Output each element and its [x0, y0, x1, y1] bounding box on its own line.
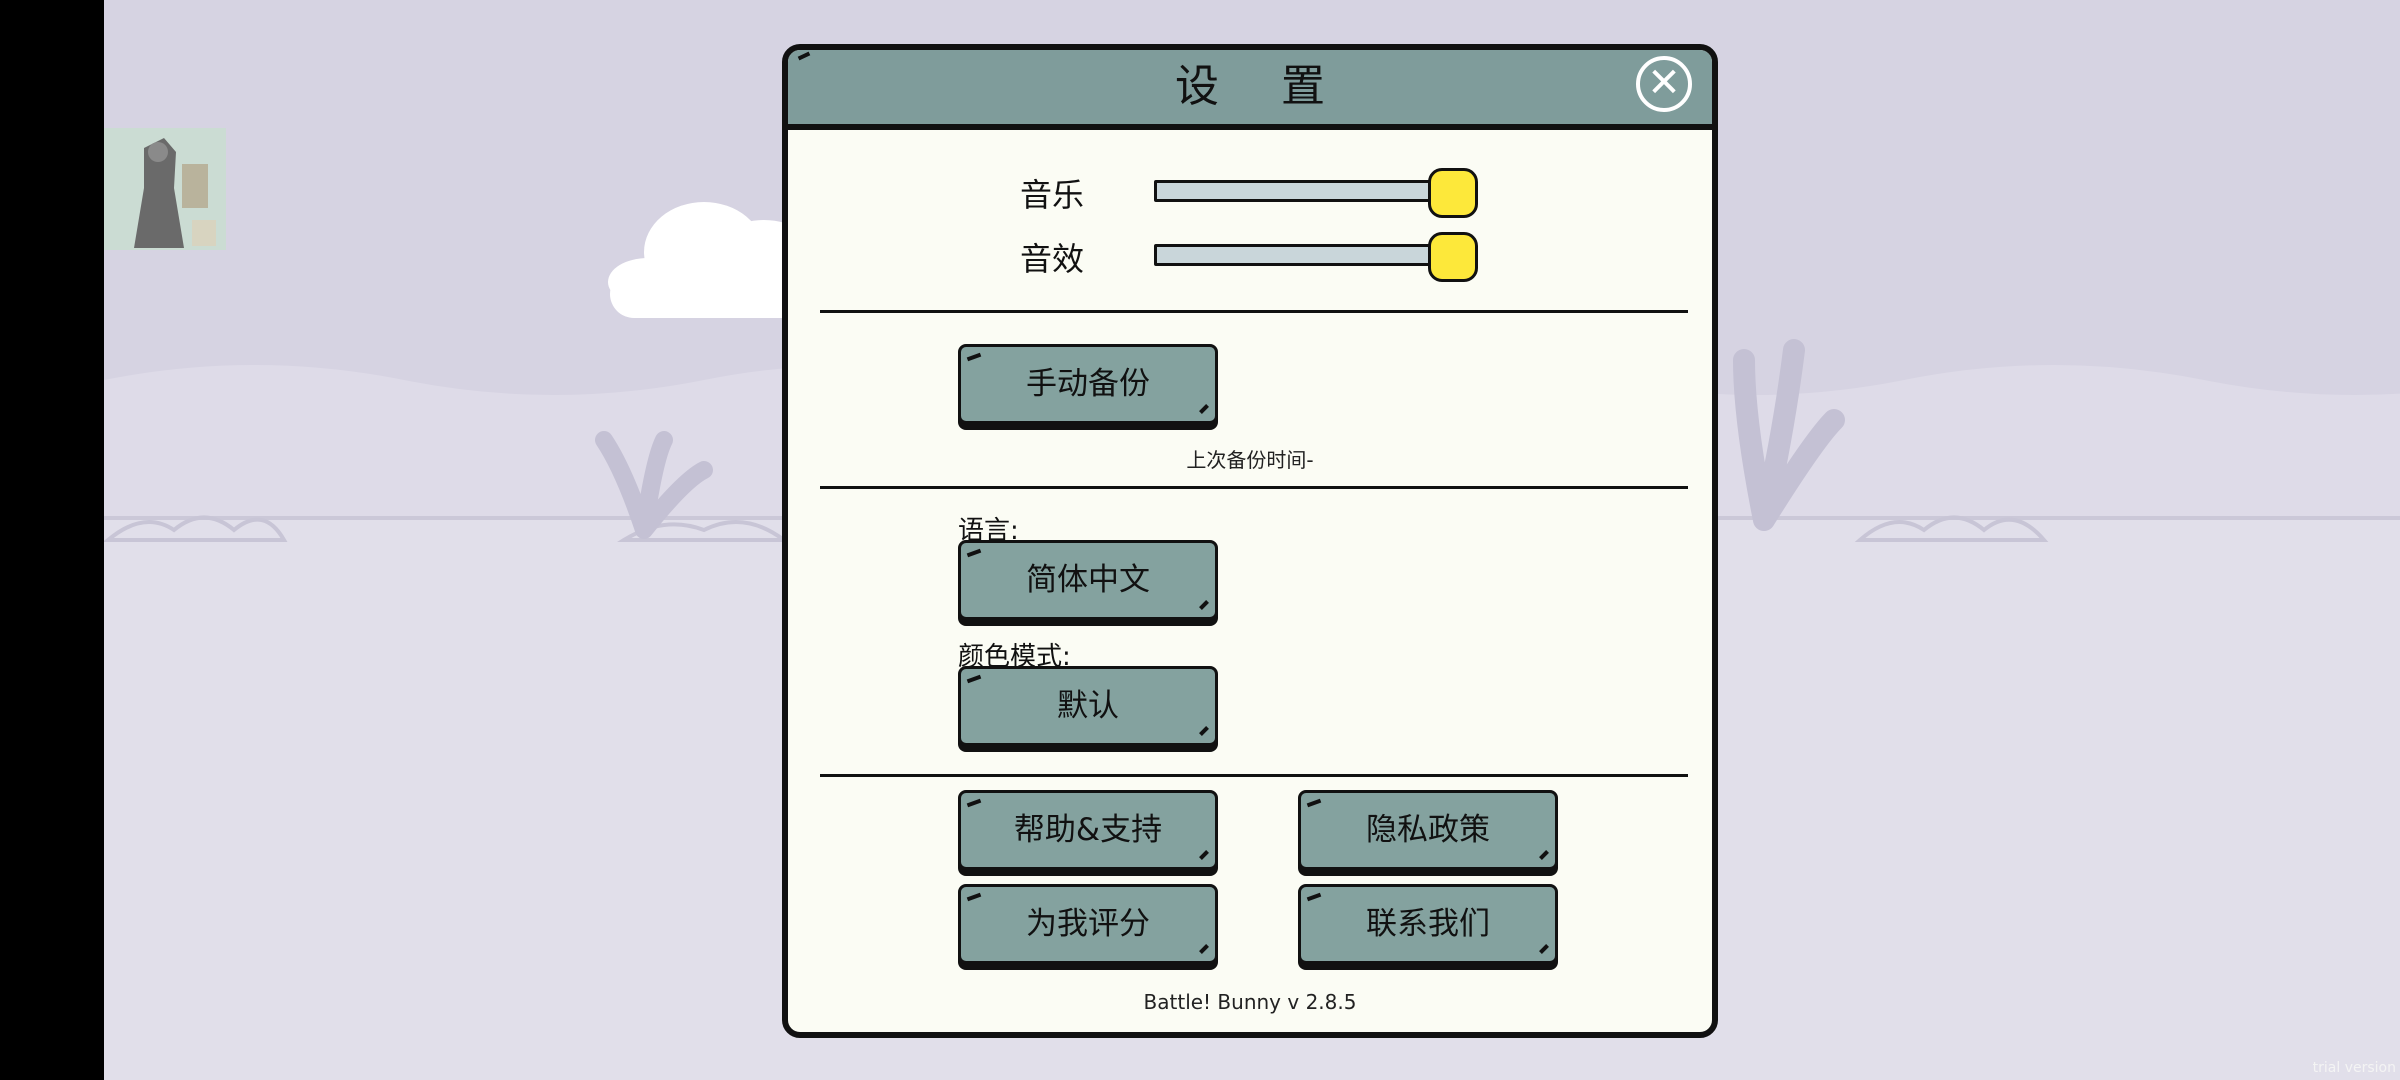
trial-watermark: trial version: [2312, 1060, 2396, 1076]
music-slider-track[interactable]: [1154, 180, 1446, 202]
language-select-button[interactable]: 简体中文: [958, 540, 1218, 620]
manual-backup-label: 手动备份: [1026, 366, 1150, 402]
section-divider: [820, 310, 1688, 313]
version-text: Battle! Bunny v 2.8.5: [1143, 990, 1357, 1014]
dialog-header: 设 置 ✕: [788, 50, 1712, 130]
color-mode-button[interactable]: 默认: [958, 666, 1218, 746]
color-mode-value: 默认: [1057, 688, 1119, 724]
contact-us-button[interactable]: 联系我们: [1298, 884, 1558, 964]
settings-dialog: 设 置 ✕ 音乐 音效 手动备份 上次备份时间- 语言: 简体中文 颜色模式: …: [782, 44, 1718, 1038]
help-support-button[interactable]: 帮助&支持: [958, 790, 1218, 870]
left-black-bar: [0, 0, 104, 1080]
last-backup-text: 上次备份时间-: [1186, 448, 1314, 472]
sfx-slider-knob[interactable]: [1428, 232, 1478, 282]
section-divider: [820, 774, 1688, 777]
character-thumbnail-image: [104, 128, 226, 250]
privacy-policy-button[interactable]: 隐私政策: [1298, 790, 1558, 870]
manual-backup-button[interactable]: 手动备份: [958, 344, 1218, 424]
music-label: 音乐: [1020, 176, 1085, 214]
help-support-label: 帮助&支持: [1013, 812, 1163, 848]
contact-us-label: 联系我们: [1366, 906, 1490, 942]
section-divider: [820, 486, 1688, 489]
sfx-slider-track[interactable]: [1154, 244, 1446, 266]
dialog-title: 设 置: [1175, 61, 1349, 112]
close-icon[interactable]: ✕: [1636, 56, 1692, 112]
music-slider-knob[interactable]: [1428, 168, 1478, 218]
rate-us-label: 为我评分: [1026, 906, 1150, 942]
sfx-label: 音效: [1020, 240, 1085, 278]
privacy-policy-label: 隐私政策: [1366, 812, 1490, 848]
rate-us-button[interactable]: 为我评分: [958, 884, 1218, 964]
language-value: 简体中文: [1026, 562, 1150, 598]
